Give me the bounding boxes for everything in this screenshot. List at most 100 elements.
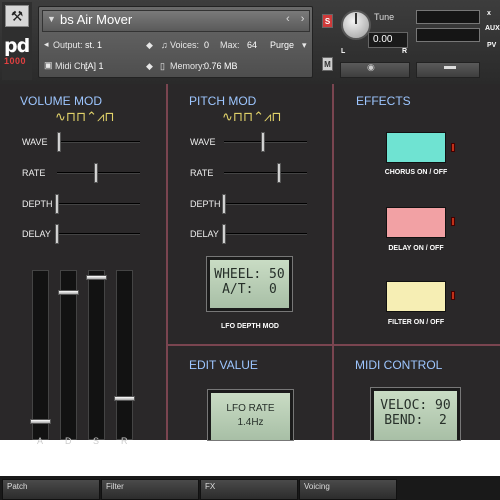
pitch-depth-slider-thumb[interactable]: [222, 194, 226, 214]
midi-channel-label: Midi Ch:: [55, 61, 89, 71]
memory-icon: ▯: [160, 61, 165, 71]
effects-title: EFFECTS: [356, 94, 411, 108]
pitch-mod-title: PITCH MOD: [189, 94, 257, 108]
decay-fader-thumb[interactable]: [58, 290, 79, 295]
volume-delay-label: DELAY: [22, 229, 51, 239]
left-label: L: [341, 48, 346, 55]
filter-toggle-button[interactable]: [386, 281, 446, 312]
volume-slider-thumb[interactable]: [444, 66, 456, 69]
midi-channel-value[interactable]: [A] 1: [85, 61, 104, 71]
memory-value: 0.76 MB: [204, 61, 238, 71]
attack-fader[interactable]: [32, 270, 49, 440]
midi-control-display[interactable]: VELOC: 90 BEND: 2: [370, 387, 461, 441]
decay-fader[interactable]: [60, 270, 77, 440]
pitch-wave-label: WAVE: [190, 137, 216, 147]
lfo-depth-mod-caption: LFO DEPTH MOD: [221, 323, 279, 330]
volume-rate-slider[interactable]: [57, 172, 140, 174]
midi-bend-value: BEND: 2: [384, 413, 447, 428]
wrench-icon[interactable]: ⚒: [5, 5, 29, 27]
sustain-fader[interactable]: [88, 270, 105, 440]
purge-dropdown-icon[interactable]: ▾: [302, 40, 307, 51]
delay-toggle-button[interactable]: [386, 207, 446, 238]
tab-fx[interactable]: FX: [200, 479, 298, 500]
delay-label: DELAY ON / OFF: [388, 245, 444, 252]
pd1000-logo: pd 1000: [4, 35, 30, 66]
pitch-rate-slider[interactable]: [224, 172, 307, 174]
lfo-aftertouch-value: A/T: 0: [222, 282, 277, 297]
lfo-wheel-value: WHEEL: 50: [214, 267, 285, 282]
chorus-led: [451, 143, 455, 152]
filter-led: [451, 291, 455, 300]
column-divider-2: [332, 84, 334, 440]
midi-dropdown-icon[interactable]: ◆: [146, 61, 153, 72]
delay-led: [451, 217, 455, 226]
tab-filter[interactable]: Filter: [101, 479, 199, 500]
close-button[interactable]: x: [487, 10, 491, 17]
pitch-delay-slider-thumb[interactable]: [222, 224, 226, 244]
volume-delay-slider-thumb[interactable]: [55, 224, 59, 244]
volume-wave-label: WAVE: [22, 137, 48, 147]
max-voices-value[interactable]: 64: [247, 40, 257, 50]
output-dropdown-icon[interactable]: ◆: [146, 40, 153, 51]
column-divider-1: [166, 84, 168, 440]
midi-icon: ▣: [44, 60, 53, 70]
volume-depth-slider[interactable]: [57, 203, 140, 205]
pitch-rate-slider-thumb[interactable]: [277, 163, 281, 183]
tune-value[interactable]: 0.00: [368, 32, 408, 48]
lfo-depth-mod-display[interactable]: WHEEL: 50 A/T: 0: [206, 256, 293, 312]
release-fader[interactable]: [116, 270, 133, 440]
volume-slider[interactable]: [416, 62, 480, 78]
chorus-toggle-button[interactable]: [386, 132, 446, 163]
row-divider: [166, 344, 500, 346]
voices-label: Voices:: [170, 40, 200, 50]
memory-label: Memory:: [170, 61, 206, 71]
filter-label: FILTER ON / OFF: [387, 319, 445, 326]
edit-value-display[interactable]: LFO RATE 1.4Hz: [207, 389, 294, 441]
camera-icon[interactable]: ◉: [367, 62, 375, 73]
voices-icon: ♫: [161, 40, 168, 50]
pitch-depth-slider[interactable]: [224, 203, 307, 205]
volume-delay-slider[interactable]: [57, 233, 140, 235]
pitch-wave-shapes-icon: ∿⊓⊓⌃⩘⊓: [222, 110, 282, 125]
voices-value: 0: [204, 40, 210, 50]
instrument-nav-arrows[interactable]: ‹ ›: [286, 13, 308, 25]
volume-wave-slider-thumb[interactable]: [57, 132, 61, 152]
volume-wave-slider[interactable]: [57, 141, 140, 143]
pitch-wave-slider[interactable]: [224, 141, 307, 143]
instrument-name[interactable]: bs Air Mover: [60, 12, 132, 27]
level-meter-right: [416, 28, 480, 42]
pan-slider[interactable]: [340, 62, 410, 78]
right-label: R: [402, 48, 408, 55]
max-label: Max:: [220, 40, 240, 50]
chorus-label: CHORUS ON / OFF: [384, 169, 448, 176]
collapse-icon[interactable]: ▼: [47, 14, 56, 24]
volume-rate-slider-thumb[interactable]: [94, 163, 98, 183]
sustain-fader-thumb[interactable]: [86, 275, 107, 280]
purge-button[interactable]: Purge: [270, 40, 294, 50]
output-icon: ◂: [44, 39, 49, 49]
pitch-delay-label: DELAY: [190, 229, 219, 239]
pitch-delay-slider[interactable]: [224, 233, 307, 235]
edit-param-value: 1.4Hz: [237, 417, 264, 428]
sustain-label: S: [93, 436, 100, 446]
pitch-depth-label: DEPTH: [190, 199, 221, 209]
output-value[interactable]: st. 1: [85, 40, 102, 50]
volume-rate-label: RATE: [22, 168, 46, 178]
decay-label: D: [65, 436, 72, 446]
output-label: Output:: [53, 40, 83, 50]
volume-depth-label: DEPTH: [22, 199, 53, 209]
pv-button[interactable]: PV: [487, 42, 496, 49]
midi-control-title: MIDI CONTROL: [355, 358, 443, 372]
tab-voicing[interactable]: Voicing: [299, 479, 397, 500]
aux-button[interactable]: AUX: [485, 25, 500, 32]
midi-velocity-value: VELOC: 90: [380, 398, 451, 413]
pitch-wave-slider-thumb[interactable]: [261, 132, 265, 152]
tune-knob-pointer: [355, 13, 357, 24]
solo-button[interactable]: S: [322, 14, 333, 28]
attack-fader-thumb[interactable]: [30, 419, 51, 424]
volume-depth-slider-thumb[interactable]: [55, 194, 59, 214]
edit-param-name: LFO RATE: [226, 403, 275, 414]
tab-patch[interactable]: Patch: [2, 479, 100, 500]
release-fader-thumb[interactable]: [114, 396, 135, 401]
mute-button[interactable]: M: [322, 57, 333, 71]
